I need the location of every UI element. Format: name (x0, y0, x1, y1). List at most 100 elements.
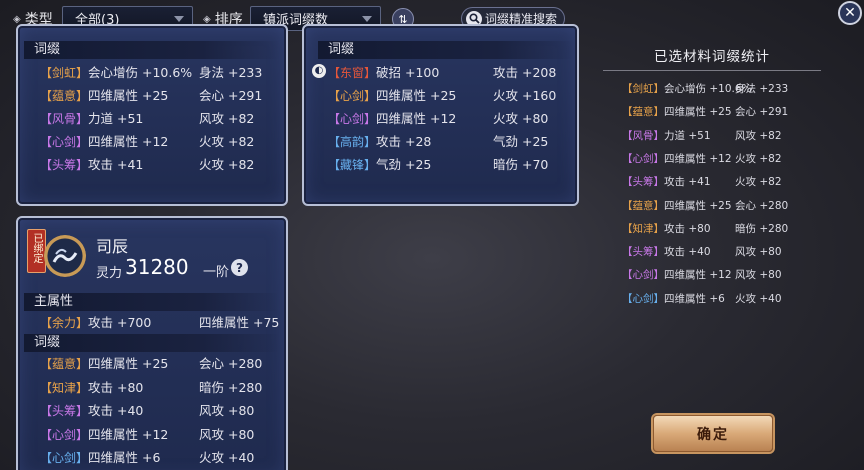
main-attr-row: 【余力】攻击 +700 四维属性 +75 (40, 313, 279, 332)
affix-secondary-value: 身法 +233 (199, 65, 263, 80)
affix-secondary-value: 火攻 +82 (735, 152, 782, 165)
affix-secondary-value: 火攻 +160 (493, 88, 557, 103)
affix-secondary-value: 会心 +280 (199, 356, 263, 371)
stats-row: 【头筹】攻击 +41 火攻 +82 (622, 173, 782, 191)
affix-row: 【心剑】四维属性 +12 火攻 +82 (40, 132, 254, 151)
affix-row: 【剑虹】会心增伤 +10.6% 身法 +233 (40, 63, 262, 82)
affix-primary-value: 四维属性 +12 (664, 269, 732, 282)
stats-row: 【知津】攻击 +80 暗伤 +280 (622, 220, 788, 238)
affix-secondary-value: 风攻 +82 (199, 111, 255, 126)
stats-row: 【风骨】力道 +51 风攻 +82 (622, 127, 782, 145)
wave-emblem-icon (44, 235, 86, 277)
affix-section-header: 词缀 (24, 41, 279, 59)
material-name: 司辰 (96, 237, 129, 256)
affix-row: 【风骨】力道 +51 风攻 +82 (40, 109, 254, 128)
power-label: 灵力 (96, 266, 123, 281)
affix-tag: 【剑虹】 (40, 66, 89, 80)
affix-secondary-value: 火攻 +82 (199, 134, 255, 149)
affix-primary-value: 会心增伤 +10.6% (88, 65, 193, 80)
affix-tag: 【余力】 (40, 316, 89, 330)
stats-row: 【心剑】四维属性 +12 火攻 +82 (622, 150, 782, 168)
affix-primary-value: 攻击 +40 (88, 403, 144, 418)
stats-row: 【蕴意】四维属性 +25 会心 +280 (622, 197, 788, 215)
affix-tag: 【知津】 (622, 222, 664, 235)
main-attr-header: 主属性 (24, 293, 279, 311)
bound-seal-badge: 已绑定 (27, 229, 46, 273)
affix-primary-value: 攻击 +41 (88, 157, 144, 172)
affix-tag: 【知津】 (40, 380, 89, 395)
affix-primary-value: 四维属性 +25 (88, 356, 169, 371)
affix-row: 【心剑】四维属性 +12 风攻 +80 (40, 425, 254, 444)
affix-primary-value: 四维属性 +25 (88, 88, 169, 103)
affix-secondary-value: 四维属性 +75 (199, 315, 280, 330)
affix-secondary-value: 攻击 +208 (493, 65, 557, 80)
affix-tag: 【心剑】 (622, 269, 664, 282)
affix-row: 【心剑】四维属性 +12 火攻 +80 (328, 109, 548, 128)
affix-tag: 【藏锋】 (328, 158, 377, 172)
affix-row: 【东窗】破招 +100 攻击 +208 (328, 63, 556, 82)
close-button[interactable]: ✕ (838, 1, 862, 25)
affix-primary-value: 四维属性 +6 (88, 450, 161, 465)
affix-primary-value: 四维属性 +12 (664, 152, 732, 165)
affix-tag: 【心剑】 (40, 451, 89, 465)
affix-tag: 【蕴意】 (622, 199, 664, 212)
affix-secondary-value: 火攻 +40 (199, 450, 255, 465)
affix-row: 【蕴意】四维属性 +25 会心 +280 (40, 354, 262, 373)
affix-row: 【知津】攻击 +80 暗伤 +280 (40, 378, 262, 397)
affix-tag: 【心剑】 (328, 112, 377, 126)
skill-marker-icon: ◐ (312, 64, 326, 78)
affix-secondary-value: 会心 +291 (199, 88, 263, 103)
affix-secondary-value: 风攻 +80 (199, 426, 255, 442)
stats-divider (603, 70, 821, 71)
stats-row: 【心剑】四维属性 +6 火攻 +40 (622, 290, 782, 308)
affix-secondary-value: 会心 +280 (735, 199, 789, 212)
affix-primary-value: 四维属性 +6 (664, 292, 725, 305)
affix-primary-value: 攻击 +700 (88, 315, 152, 330)
affix-row: 【头筹】攻击 +41 火攻 +82 (40, 155, 254, 174)
affix-primary-value: 四维属性 +12 (88, 426, 169, 442)
confirm-button-label: 确定 (697, 426, 729, 443)
affix-primary-value: 攻击 +41 (664, 176, 711, 189)
affix-secondary-value: 气劲 +25 (493, 134, 549, 149)
affix-primary-value: 攻击 +80 (88, 379, 144, 395)
chevron-down-icon (174, 16, 184, 22)
material-card-1[interactable]: 词缀 【剑虹】会心增伤 +10.6% 身法 +233 【蕴意】四维属性 +25 会心 … (16, 24, 288, 206)
affix-secondary-value: 风攻 +82 (735, 129, 782, 142)
confirm-button[interactable]: 确定 (653, 415, 773, 452)
affix-primary-value: 四维属性 +12 (88, 134, 169, 149)
stats-row: 【蕴意】四维属性 +25 会心 +291 (622, 103, 788, 121)
affix-row: 【高韵】攻击 +28 气劲 +25 (328, 132, 548, 151)
tier-label: 一阶 (203, 265, 230, 280)
affix-tag: 【心剑】 (40, 135, 89, 149)
affix-section-header: 词缀 (318, 41, 573, 59)
affix-primary-value: 气劲 +25 (376, 157, 432, 172)
bound-seal-text: 已绑定 (31, 233, 42, 263)
affix-primary-value: 四维属性 +12 (376, 111, 457, 126)
close-icon: ✕ (844, 5, 856, 21)
affix-row: 【蕴意】四维属性 +25 会心 +291 (40, 86, 262, 105)
affix-tag: 【头筹】 (622, 246, 664, 259)
affix-primary-value: 四维属性 +25 (664, 106, 732, 119)
affix-tag: 【头筹】 (40, 158, 89, 172)
stats-title: 已选材料词缀统计 (654, 49, 770, 65)
affix-tag: 【心剑】 (622, 292, 664, 305)
affix-tag: 【蕴意】 (622, 106, 664, 119)
affix-tag: 【头筹】 (622, 176, 664, 189)
affix-secondary-value: 风攻 +80 (735, 269, 782, 282)
affix-primary-value: 攻击 +80 (664, 222, 711, 235)
stats-row: 【心剑】四维属性 +12 风攻 +80 (622, 266, 782, 284)
affix-secondary-value: 火攻 +80 (493, 111, 549, 126)
power-value: 31280 (125, 255, 189, 279)
affix-tag: 【剑虹】 (622, 83, 664, 95)
diamond-icon: ◈ (203, 13, 211, 25)
affix-tag: 【头筹】 (40, 404, 89, 418)
diamond-icon: ◈ (13, 13, 21, 25)
affix-tag: 【蕴意】 (40, 89, 89, 103)
affix-tag: 【心剑】 (622, 152, 664, 165)
affix-primary-value: 四维属性 +25 (376, 88, 457, 103)
affix-secondary-value: 火攻 +40 (735, 292, 782, 305)
help-icon[interactable]: ? (231, 259, 248, 276)
material-card-2[interactable]: 词缀 ◐ 【东窗】破招 +100 攻击 +208 【心剑】 四维属性 +25 火攻 +1… (302, 24, 579, 206)
affix-primary-value: 四维属性 +25 (664, 199, 732, 212)
affix-row: 【心剑】四维属性 +25 火攻 +160 (328, 86, 556, 105)
